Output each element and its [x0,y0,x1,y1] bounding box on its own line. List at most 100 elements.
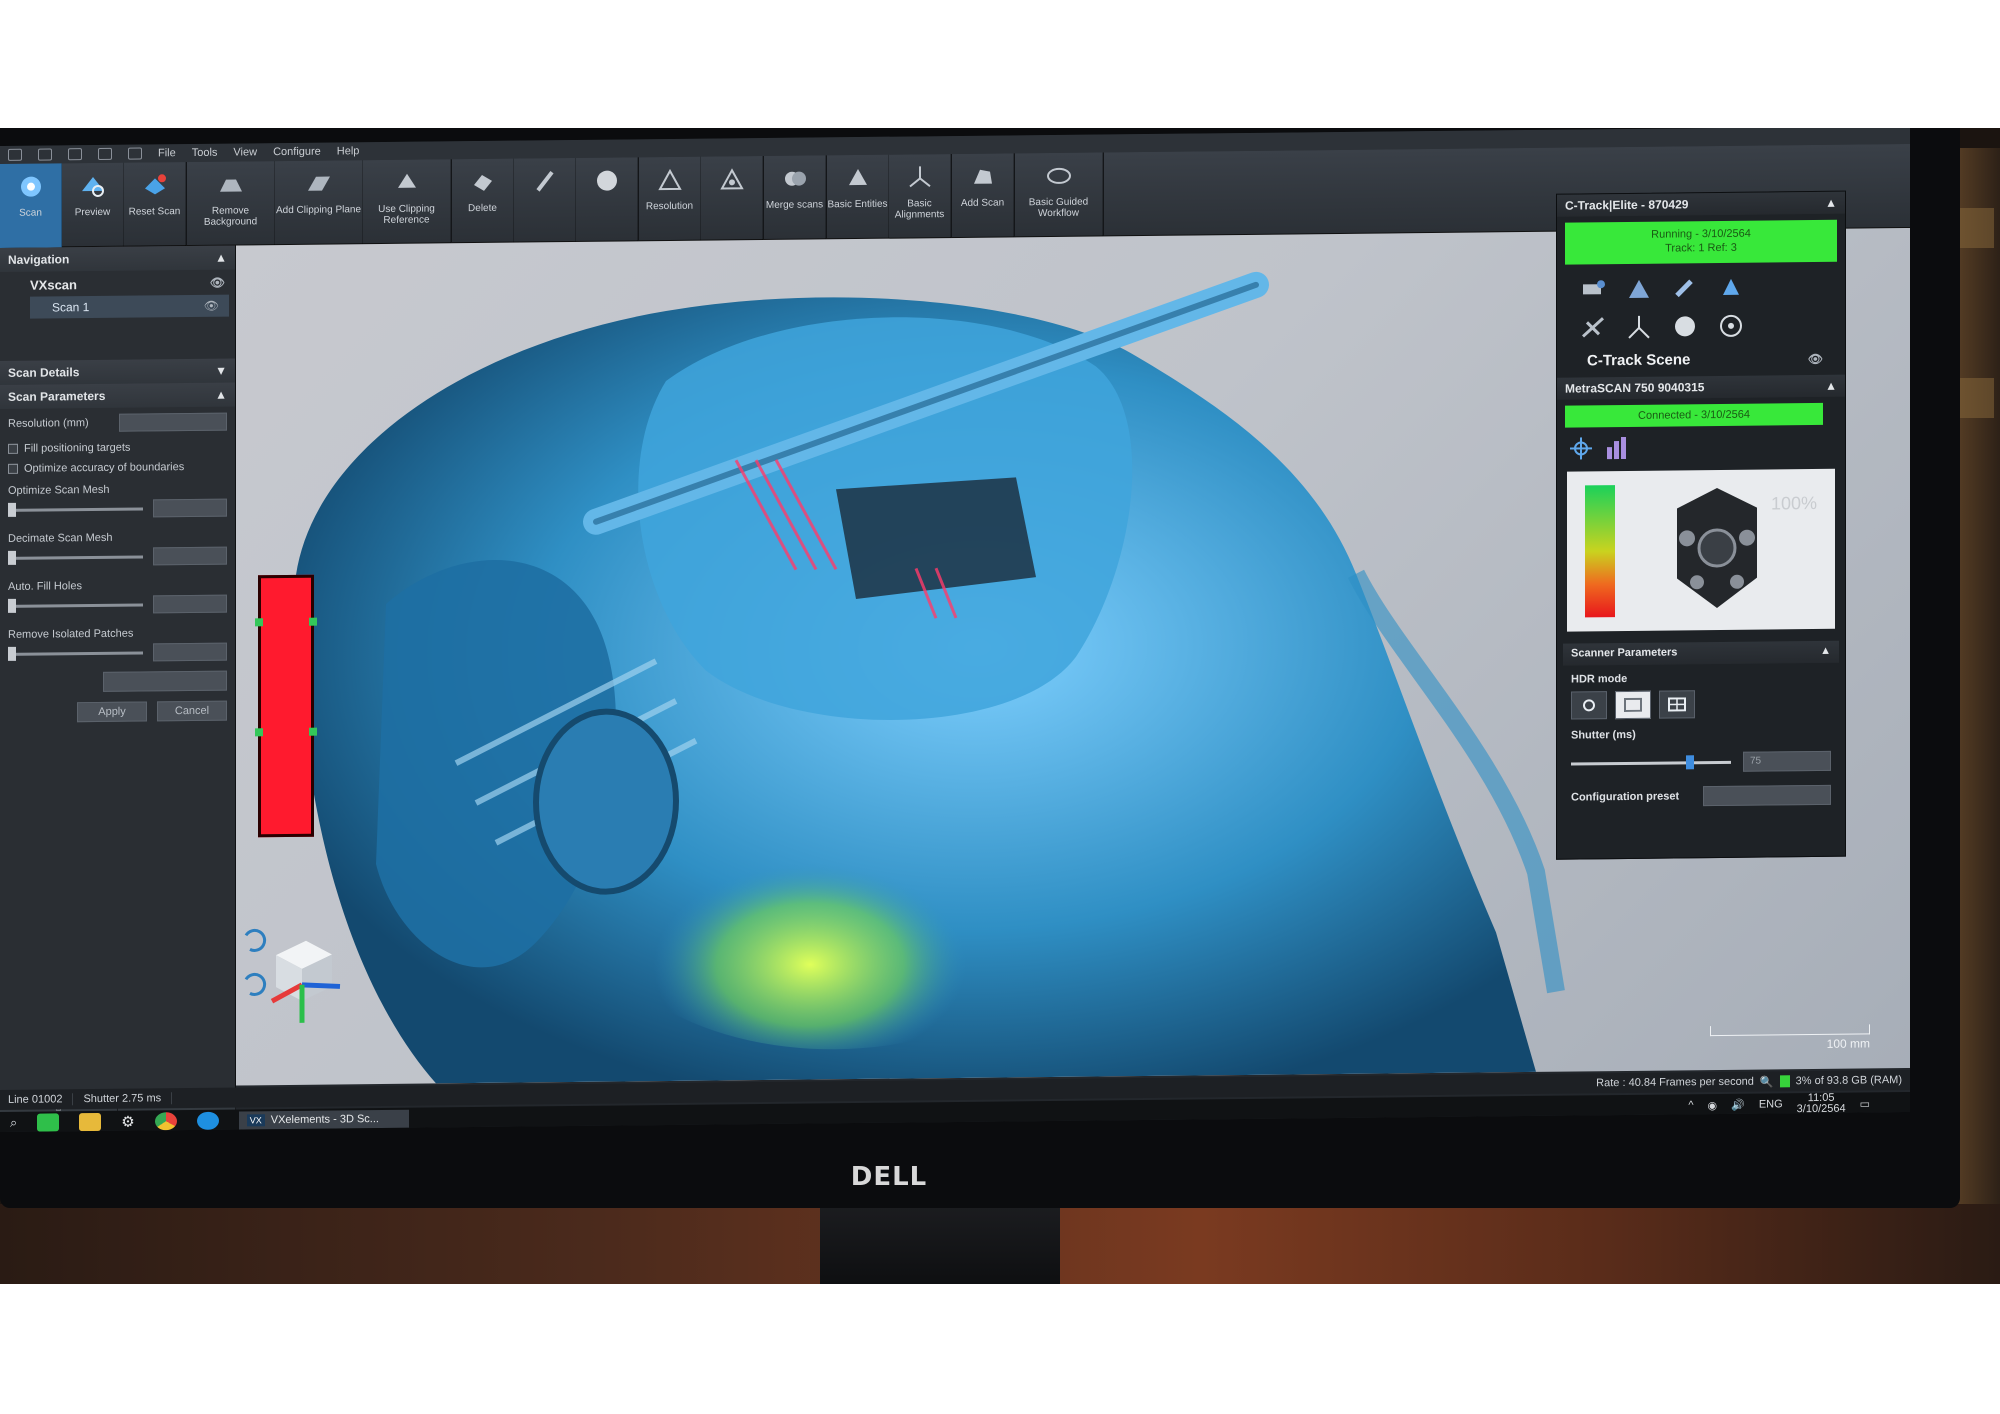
basic-entities-button[interactable]: Basic Entities [827,154,889,240]
axes-icon[interactable] [1625,314,1653,340]
decimate-mesh-slider[interactable] [8,550,143,565]
visibility-icon[interactable]: 👁 [1808,351,1823,365]
crosshair-icon[interactable] [1567,435,1595,461]
optimize-boundaries-checkbox[interactable]: Optimize accuracy of boundaries [0,457,235,479]
apply-button[interactable]: Apply [77,701,147,723]
network-icon[interactable]: ◉ [1708,1099,1718,1112]
optimize-mesh-slider[interactable] [8,502,143,517]
taskbar-app-vxelements[interactable]: VX VXelements - 3D Sc... [238,1109,409,1130]
remove-patches-input[interactable] [153,642,227,662]
preview-button[interactable]: Preview [62,162,124,248]
remove-patches-slider[interactable] [8,646,143,661]
folder-icon[interactable] [79,1112,102,1132]
checkbox[interactable] [8,463,18,474]
metrascan-tools [1557,431,1845,464]
edge-icon[interactable] [196,1111,219,1130]
basic-alignments-button[interactable]: Basic Alignments [889,154,951,239]
new-file-icon[interactable] [38,148,52,161]
language-indicator[interactable]: ENG [1759,1098,1783,1110]
shutter-input[interactable]: 75 [1743,750,1831,772]
axes-icon [908,166,931,188]
add-scan-button[interactable]: Add Scan [952,153,1014,239]
tree-root-item[interactable]: VXscan 👁 [0,270,235,295]
cancel-button[interactable]: Cancel [157,700,227,722]
settings-icon[interactable]: ⚙ [121,1113,134,1131]
reset-scan-button[interactable]: Reset Scan [124,162,186,247]
fill-targets-checkbox[interactable]: Fill positioning targets [0,437,235,459]
volume-icon[interactable]: 🔊 [1731,1098,1745,1111]
chevron-up-icon[interactable]: ^ [1688,1099,1693,1111]
scan-parameters-header[interactable]: Scan Parameters ▲ [0,382,235,409]
undo-icon[interactable] [98,147,112,160]
clock[interactable]: 11:05 3/10/2564 [1797,1092,1846,1115]
fill-holes-slider[interactable] [8,598,143,613]
optimize-mesh-input[interactable] [153,498,227,518]
use-clipping-reference-button[interactable]: Use Clipping Reference [363,159,451,245]
ctrack-header[interactable]: C-Track|Elite - 870429 ▲ [1557,191,1845,217]
redo-icon[interactable] [128,147,142,160]
menu-view[interactable]: View [233,146,257,158]
scanner-icon[interactable] [1717,275,1745,301]
visibility-icon[interactable]: 👁 [210,276,225,291]
chat-app-icon[interactable] [37,1113,60,1132]
slider-handle[interactable] [8,502,16,517]
hdr-mode-off-button[interactable] [1571,691,1607,720]
menu-help[interactable]: Help [337,145,360,157]
slider-handle[interactable] [1686,754,1695,769]
visibility-icon[interactable]: 👁 [204,299,219,313]
collapse-icon[interactable]: ▲ [1825,379,1837,393]
slider-handle[interactable] [8,598,16,613]
metrascan-header[interactable]: MetraSCAN 750 9040315 ▲ [1557,374,1845,400]
optimize-button[interactable] [103,670,227,692]
menu-tools[interactable]: Tools [192,147,218,159]
notification-icon[interactable]: ▭ [1860,1097,1870,1110]
target-icon[interactable] [1717,313,1745,339]
resolution-input[interactable] [119,412,227,432]
scanner-parameters-header[interactable]: Scanner Parameters ▲ [1563,640,1839,666]
add-clipping-plane-button[interactable]: Add Clipping Plane [275,160,363,246]
delete-selection-button[interactable]: Delete [452,158,514,244]
sphere-icon[interactable] [1671,313,1699,339]
positioning-target-icon[interactable] [1579,276,1607,302]
scan-button[interactable]: Scan [0,163,62,248]
collapse-icon[interactable]: ▲ [215,251,227,265]
slider-handle[interactable] [8,550,16,565]
collapse-icon[interactable]: ▲ [1825,196,1837,210]
delete-brush-button[interactable] [514,157,576,243]
hdr-mode-multi-button[interactable] [1659,690,1695,719]
slider-handle[interactable] [8,646,16,661]
wrench-icon[interactable] [1671,275,1699,301]
collapse-icon[interactable]: ▲ [215,388,227,402]
expand-icon[interactable]: ▼ [215,364,227,378]
chrome-icon[interactable] [154,1112,177,1131]
tree-child-item[interactable]: Scan 1 👁 [30,294,229,319]
resolution-decrease-button[interactable] [701,156,763,241]
search-icon[interactable]: ⌕ [10,1115,17,1131]
scan-details-header[interactable]: Scan Details ▼ [0,358,235,385]
monitor-photo: DELL File Tools View Configure Help Scan… [0,128,2000,1284]
save-icon[interactable] [68,148,82,161]
orientation-triad[interactable] [236,914,366,1045]
collapse-icon[interactable]: ▲ [1820,645,1831,659]
hdr-mode-single-button[interactable] [1615,690,1651,720]
satellite-icon[interactable] [1579,314,1607,340]
menu-file[interactable]: File [158,147,176,159]
fill-holes-input[interactable] [153,594,227,614]
checkbox[interactable] [8,443,18,454]
config-preset-select[interactable] [1703,784,1831,807]
home-icon[interactable] [8,148,22,161]
tracker-icon[interactable] [1625,276,1653,302]
menu-configure[interactable]: Configure [273,146,321,158]
ctrack-scene-row[interactable]: C-Track Scene 👁 [1557,344,1845,378]
remove-background-button[interactable]: Remove Background [187,161,275,247]
resolution-increase-button[interactable]: Resolution [639,156,701,242]
decimate-mesh-input[interactable] [153,546,227,566]
remove-background-icon [219,179,242,192]
navigation-header[interactable]: Navigation ▲ [0,245,235,272]
shutter-slider[interactable] [1571,754,1731,769]
bar-chart-icon[interactable] [1603,435,1631,461]
merge-scans-button[interactable]: Merge scans [764,155,826,240]
basic-guided-workflow-button[interactable]: Basic Guided Workflow [1015,152,1103,238]
delete-sphere-button[interactable] [576,157,638,242]
ctrack-tools-2 [1557,306,1845,347]
